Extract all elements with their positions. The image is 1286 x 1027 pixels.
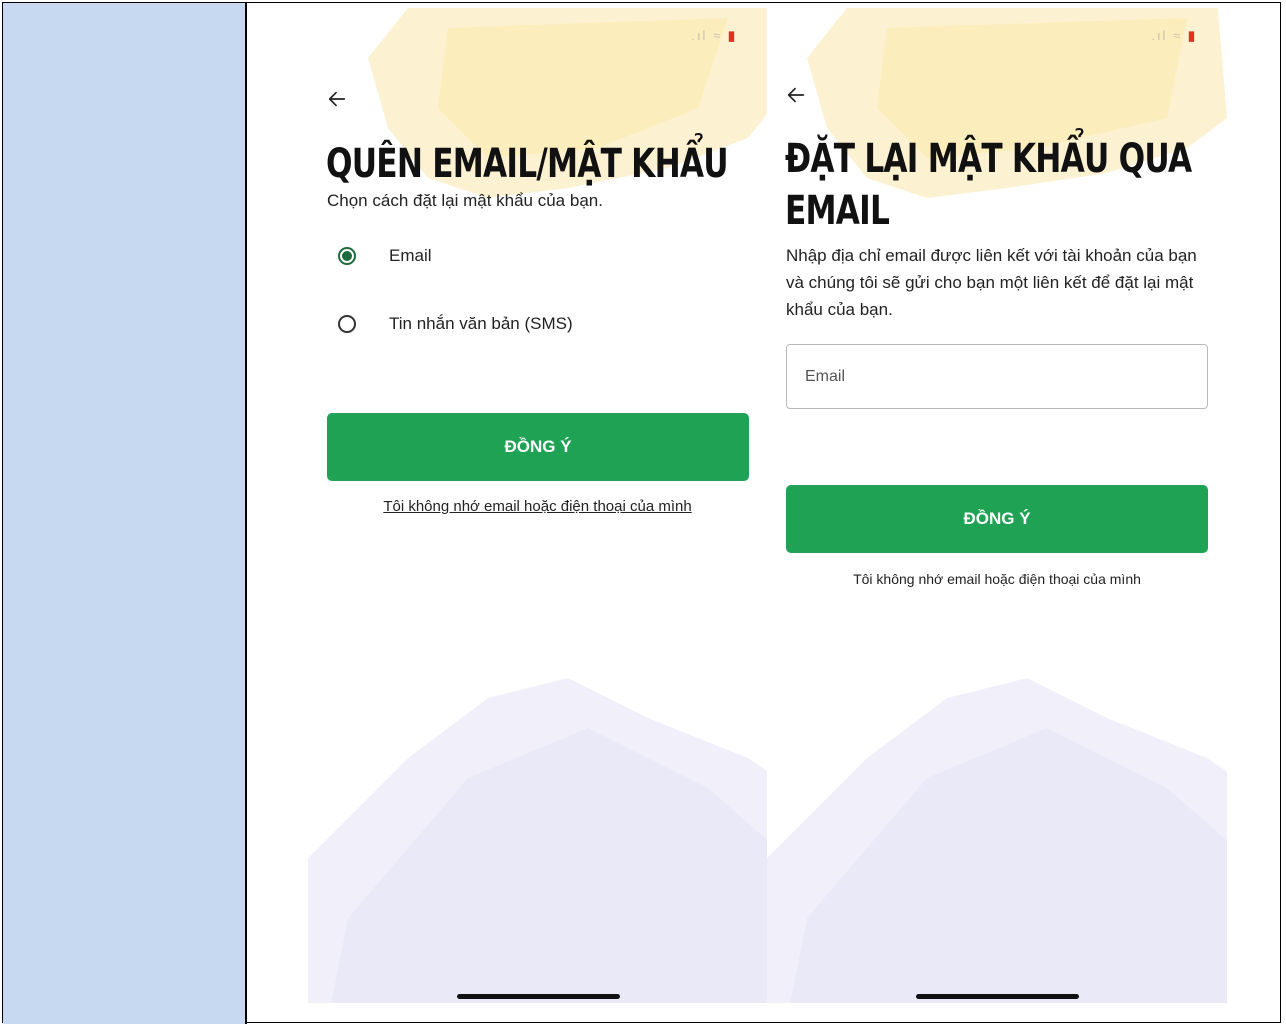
forgot-contact-link[interactable]: Tôi không nhớ email hoặc điện thoại của … [308,498,767,515]
phone-screen-forgot: .ıl ≈ ▮ QUÊN EMAIL/MẬT KHẨU Chọn cách đặ… [308,8,767,1003]
battery-icon: ▮ [727,28,737,43]
side-cell [3,3,245,1024]
arrow-left-icon [787,87,805,103]
wifi-icon: ≈ [1173,28,1183,43]
battery-icon: ▮ [1187,28,1197,43]
back-button[interactable] [326,88,358,112]
page-title-line: EMAIL [785,188,890,234]
page-title-line: ĐẶT LẠI MẬT KHẨU QUA [785,136,1192,182]
home-indicator [457,994,620,999]
confirm-button[interactable]: ĐỒNG Ý [786,485,1208,553]
brush-decoration-bottom [308,678,767,1003]
brush-decoration-bottom [767,678,1227,1003]
phone-screen-reset-email: .ıl ≈ ▮ ĐẶT LẠI MẬT KHẨU QUA EMAIL Nhập … [767,8,1227,1003]
page-subtitle: Chọn cách đặt lại mật khẩu của bạn. [327,191,603,210]
page-title: ĐẶT LẠI MẬT KHẨU QUA EMAIL [785,133,1192,237]
email-field[interactable] [786,344,1208,409]
radio-label: Email [389,246,432,265]
status-bar: .ıl ≈ ▮ [1151,28,1197,44]
radio-option-sms[interactable]: Tin nhắn văn bản (SMS) [338,314,573,334]
radio-unselected-icon[interactable] [338,315,356,333]
page-title: QUÊN EMAIL/MẬT KHẨU [326,141,729,187]
status-bar: .ıl ≈ ▮ [691,28,737,44]
forgot-contact-link[interactable]: Tôi không nhớ email hoặc điện thoại của … [767,571,1227,587]
radio-selected-icon[interactable] [338,247,356,265]
radio-label: Tin nhắn văn bản (SMS) [389,314,573,333]
confirm-button[interactable]: ĐỒNG Ý [327,413,749,481]
radio-option-email[interactable]: Email [338,246,432,266]
cell-divider [245,3,247,1024]
page-description: Nhập địa chỉ email được liên kết với tài… [786,246,1197,319]
back-button[interactable] [785,84,817,108]
signal-icon: .ıl [1151,28,1168,43]
signal-icon: .ıl [691,28,708,43]
wifi-icon: ≈ [713,28,723,43]
home-indicator [916,994,1079,999]
arrow-left-icon [328,91,346,107]
